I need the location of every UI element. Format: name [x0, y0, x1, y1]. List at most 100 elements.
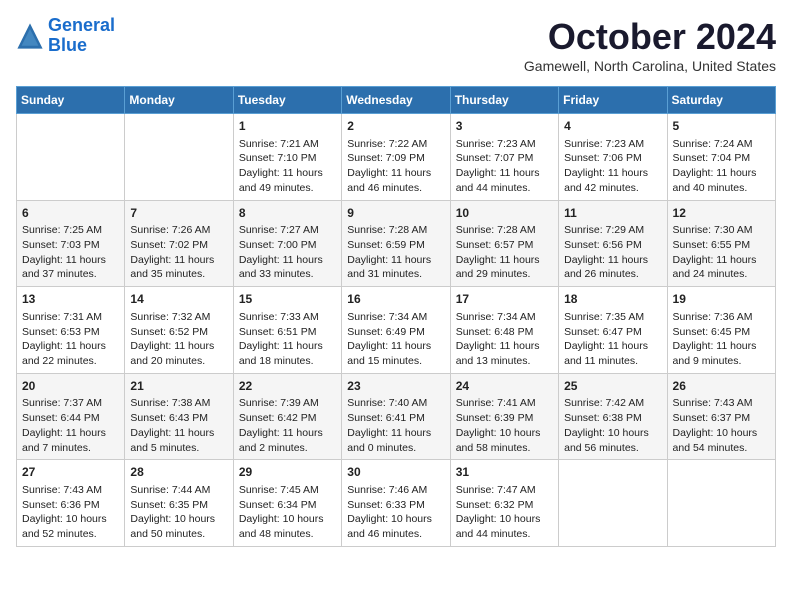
- day-info: Sunrise: 7:29 AM Sunset: 6:56 PM Dayligh…: [564, 223, 661, 282]
- day-number: 14: [130, 291, 227, 308]
- day-info: Sunrise: 7:23 AM Sunset: 7:06 PM Dayligh…: [564, 137, 661, 196]
- day-number: 30: [347, 464, 444, 481]
- day-number: 5: [673, 118, 770, 135]
- month-title: October 2024: [524, 16, 776, 58]
- day-info: Sunrise: 7:34 AM Sunset: 6:48 PM Dayligh…: [456, 310, 553, 369]
- day-number: 21: [130, 378, 227, 395]
- day-info: Sunrise: 7:31 AM Sunset: 6:53 PM Dayligh…: [22, 310, 119, 369]
- page-header: General Blue October 2024 Gamewell, Nort…: [16, 16, 776, 74]
- calendar-cell: 27 Sunrise: 7:43 AM Sunset: 6:36 PM Dayli…: [17, 460, 125, 547]
- day-info: Sunrise: 7:30 AM Sunset: 6:55 PM Dayligh…: [673, 223, 770, 282]
- day-info: Sunrise: 7:36 AM Sunset: 6:45 PM Dayligh…: [673, 310, 770, 369]
- calendar-cell: [559, 460, 667, 547]
- calendar-cell: 25Sunrise: 7:42 AM Sunset: 6:38 PM Dayli…: [559, 373, 667, 460]
- calendar-cell: 17Sunrise: 7:34 AM Sunset: 6:48 PM Dayli…: [450, 287, 558, 374]
- day-info: Sunrise: 7:44 AM Sunset: 6:35 PM Dayligh…: [130, 483, 227, 542]
- calendar-cell: 13 Sunrise: 7:31 AM Sunset: 6:53 PM Dayli…: [17, 287, 125, 374]
- title-block: October 2024 Gamewell, North Carolina, U…: [524, 16, 776, 74]
- col-header-friday: Friday: [559, 87, 667, 114]
- col-header-tuesday: Tuesday: [233, 87, 341, 114]
- day-number: 26: [673, 378, 770, 395]
- day-info: Sunrise: 7:24 AM Sunset: 7:04 PM Dayligh…: [673, 137, 770, 196]
- day-info: Sunrise: 7:32 AM Sunset: 6:52 PM Dayligh…: [130, 310, 227, 369]
- day-number: 29: [239, 464, 336, 481]
- day-number: 16: [347, 291, 444, 308]
- week-row-3: 13 Sunrise: 7:31 AM Sunset: 6:53 PM Dayli…: [17, 287, 776, 374]
- day-info: Sunrise: 7:38 AM Sunset: 6:43 PM Dayligh…: [130, 396, 227, 455]
- day-info: Sunrise: 7:45 AM Sunset: 6:34 PM Dayligh…: [239, 483, 336, 542]
- day-number: 20: [22, 378, 119, 395]
- calendar-cell: 19Sunrise: 7:36 AM Sunset: 6:45 PM Dayli…: [667, 287, 775, 374]
- day-info: Sunrise: 7:39 AM Sunset: 6:42 PM Dayligh…: [239, 396, 336, 455]
- col-header-saturday: Saturday: [667, 87, 775, 114]
- day-number: 4: [564, 118, 661, 135]
- calendar-cell: 14 Sunrise: 7:32 AM Sunset: 6:52 PM Dayli…: [125, 287, 233, 374]
- calendar-cell: 22Sunrise: 7:39 AM Sunset: 6:42 PM Dayli…: [233, 373, 341, 460]
- day-info: Sunrise: 7:33 AM Sunset: 6:51 PM Dayligh…: [239, 310, 336, 369]
- calendar-cell: [17, 114, 125, 201]
- day-info: Sunrise: 7:22 AM Sunset: 7:09 PM Dayligh…: [347, 137, 444, 196]
- day-number: 18: [564, 291, 661, 308]
- col-header-monday: Monday: [125, 87, 233, 114]
- calendar-cell: 3 Sunrise: 7:23 AM Sunset: 7:07 PM Daylig…: [450, 114, 558, 201]
- logo-line1: General: [48, 15, 115, 35]
- day-number: 11: [564, 205, 661, 222]
- logo-text: General Blue: [48, 16, 115, 56]
- day-number: 15: [239, 291, 336, 308]
- calendar-cell: 11Sunrise: 7:29 AM Sunset: 6:56 PM Dayli…: [559, 200, 667, 287]
- calendar-cell: 18 Sunrise: 7:35 AM Sunset: 6:47 PM Dayli…: [559, 287, 667, 374]
- day-info: Sunrise: 7:41 AM Sunset: 6:39 PM Dayligh…: [456, 396, 553, 455]
- calendar-cell: 31Sunrise: 7:47 AM Sunset: 6:32 PM Dayli…: [450, 460, 558, 547]
- day-number: 31: [456, 464, 553, 481]
- day-info: Sunrise: 7:28 AM Sunset: 6:59 PM Dayligh…: [347, 223, 444, 282]
- day-number: 9: [347, 205, 444, 222]
- day-info: Sunrise: 7:35 AM Sunset: 6:47 PM Dayligh…: [564, 310, 661, 369]
- calendar-cell: 29 Sunrise: 7:45 AM Sunset: 6:34 PM Dayli…: [233, 460, 341, 547]
- day-info: Sunrise: 7:37 AM Sunset: 6:44 PM Dayligh…: [22, 396, 119, 455]
- day-info: Sunrise: 7:28 AM Sunset: 6:57 PM Dayligh…: [456, 223, 553, 282]
- day-number: 23: [347, 378, 444, 395]
- calendar-cell: 6Sunrise: 7:25 AM Sunset: 7:03 PM Daylig…: [17, 200, 125, 287]
- calendar-cell: 7Sunrise: 7:26 AM Sunset: 7:02 PM Daylig…: [125, 200, 233, 287]
- day-number: 12: [673, 205, 770, 222]
- logo: General Blue: [16, 16, 115, 56]
- logo-line2: Blue: [48, 35, 87, 55]
- calendar-cell: 9Sunrise: 7:28 AM Sunset: 6:59 PM Daylig…: [342, 200, 450, 287]
- day-info: Sunrise: 7:42 AM Sunset: 6:38 PM Dayligh…: [564, 396, 661, 455]
- day-number: 13: [22, 291, 119, 308]
- calendar-cell: 21Sunrise: 7:38 AM Sunset: 6:43 PM Dayli…: [125, 373, 233, 460]
- day-number: 8: [239, 205, 336, 222]
- calendar-cell: 4 Sunrise: 7:23 AM Sunset: 7:06 PM Daylig…: [559, 114, 667, 201]
- day-number: 24: [456, 378, 553, 395]
- day-info: Sunrise: 7:25 AM Sunset: 7:03 PM Dayligh…: [22, 223, 119, 282]
- day-info: Sunrise: 7:40 AM Sunset: 6:41 PM Dayligh…: [347, 396, 444, 455]
- calendar-cell: 28 Sunrise: 7:44 AM Sunset: 6:35 PM Dayli…: [125, 460, 233, 547]
- day-info: Sunrise: 7:46 AM Sunset: 6:33 PM Dayligh…: [347, 483, 444, 542]
- week-row-2: 6Sunrise: 7:25 AM Sunset: 7:03 PM Daylig…: [17, 200, 776, 287]
- calendar-cell: 16Sunrise: 7:34 AM Sunset: 6:49 PM Dayli…: [342, 287, 450, 374]
- day-info: Sunrise: 7:43 AM Sunset: 6:37 PM Dayligh…: [673, 396, 770, 455]
- calendar-cell: 15 Sunrise: 7:33 AM Sunset: 6:51 PM Dayli…: [233, 287, 341, 374]
- calendar-cell: 24Sunrise: 7:41 AM Sunset: 6:39 PM Dayli…: [450, 373, 558, 460]
- logo-icon: [16, 22, 44, 50]
- day-number: 3: [456, 118, 553, 135]
- day-info: Sunrise: 7:26 AM Sunset: 7:02 PM Dayligh…: [130, 223, 227, 282]
- day-number: 27: [22, 464, 119, 481]
- calendar-cell: 5 Sunrise: 7:24 AM Sunset: 7:04 PM Daylig…: [667, 114, 775, 201]
- calendar-cell: [667, 460, 775, 547]
- calendar-cell: [125, 114, 233, 201]
- day-number: 6: [22, 205, 119, 222]
- day-info: Sunrise: 7:27 AM Sunset: 7:00 PM Dayligh…: [239, 223, 336, 282]
- calendar-cell: 20Sunrise: 7:37 AM Sunset: 6:44 PM Dayli…: [17, 373, 125, 460]
- day-number: 22: [239, 378, 336, 395]
- calendar-table: SundayMondayTuesdayWednesdayThursdayFrid…: [16, 86, 776, 547]
- calendar-cell: 10Sunrise: 7:28 AM Sunset: 6:57 PM Dayli…: [450, 200, 558, 287]
- day-info: Sunrise: 7:21 AM Sunset: 7:10 PM Dayligh…: [239, 137, 336, 196]
- col-header-sunday: Sunday: [17, 87, 125, 114]
- day-number: 25: [564, 378, 661, 395]
- day-number: 2: [347, 118, 444, 135]
- day-info: Sunrise: 7:23 AM Sunset: 7:07 PM Dayligh…: [456, 137, 553, 196]
- week-row-1: 1Sunrise: 7:21 AM Sunset: 7:10 PM Daylig…: [17, 114, 776, 201]
- day-number: 28: [130, 464, 227, 481]
- day-info: Sunrise: 7:43 AM Sunset: 6:36 PM Dayligh…: [22, 483, 119, 542]
